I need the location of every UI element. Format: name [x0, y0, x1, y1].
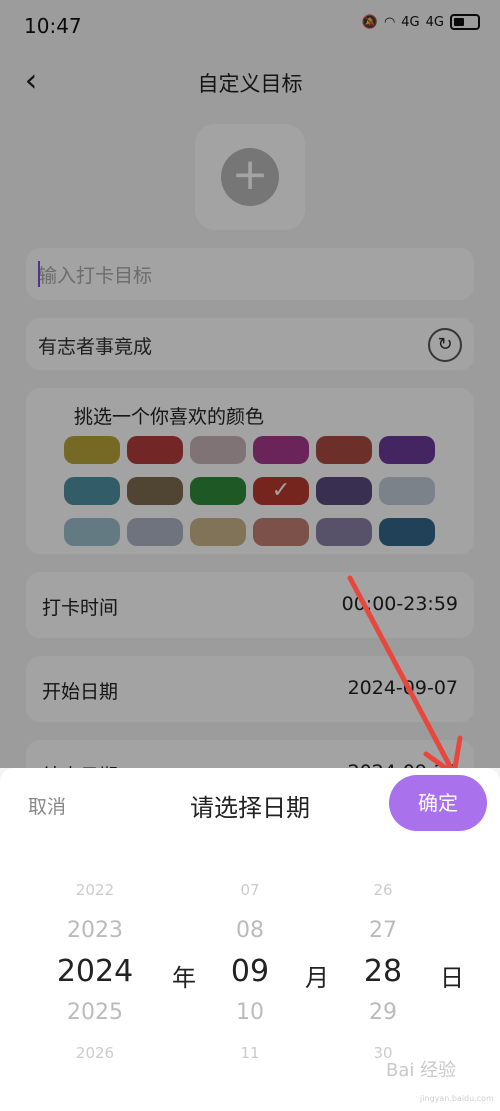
- day-selected[interactable]: 28: [328, 954, 438, 989]
- year-option[interactable]: 2025: [40, 1000, 150, 1025]
- year-option[interactable]: 2023: [40, 918, 150, 943]
- watermark-logo: Bai 经验: [386, 1056, 456, 1082]
- month-option[interactable]: 10: [195, 1000, 305, 1025]
- day-unit: 日: [440, 964, 464, 992]
- month-option[interactable]: 11: [195, 1044, 305, 1062]
- month-selected[interactable]: 09: [195, 954, 305, 989]
- watermark-url: jingyan.baidu.com: [420, 1094, 494, 1103]
- month-option[interactable]: 07: [195, 881, 305, 899]
- year-option[interactable]: 2022: [40, 881, 150, 899]
- month-option[interactable]: 08: [195, 918, 305, 943]
- day-option[interactable]: 27: [328, 918, 438, 943]
- year-unit: 年: [172, 964, 196, 992]
- confirm-button[interactable]: 确定: [389, 775, 487, 831]
- annotation-arrow-icon: [347, 575, 463, 777]
- day-option[interactable]: 26: [328, 881, 438, 899]
- year-selected[interactable]: 2024: [40, 954, 150, 989]
- month-unit: 月: [305, 964, 329, 992]
- watermark-text: Bai 经验: [386, 1060, 457, 1081]
- day-option[interactable]: 29: [328, 1000, 438, 1025]
- year-option[interactable]: 2026: [40, 1044, 150, 1062]
